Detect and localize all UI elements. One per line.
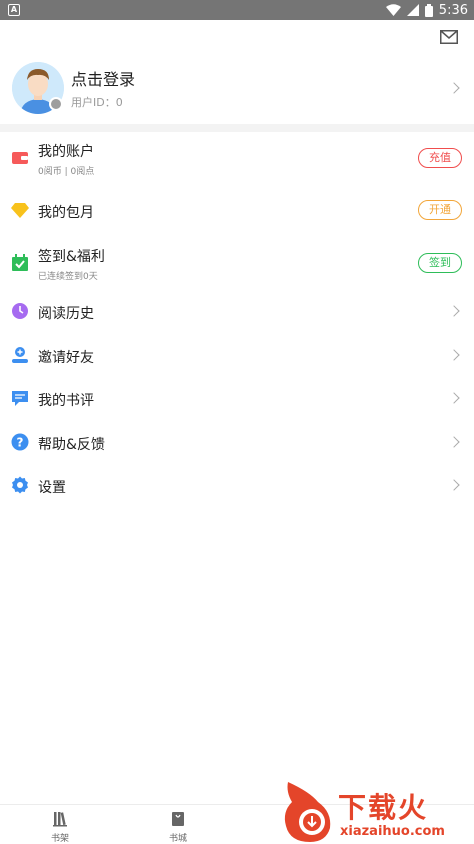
menu-label: 阅读历史 bbox=[38, 306, 94, 322]
menu-item-settings[interactable]: 设置 bbox=[0, 463, 474, 507]
menu-label: 签到&福利 bbox=[38, 249, 105, 265]
menu-label: 我的书评 bbox=[38, 393, 94, 409]
section-divider bbox=[0, 124, 474, 132]
watermark-url: xiazaihuo.com bbox=[340, 824, 445, 839]
menu-item-monthly[interactable]: 我的包月 开通 bbox=[0, 188, 474, 232]
avatar-badge bbox=[49, 97, 63, 111]
status-right: 5:36 bbox=[385, 0, 468, 20]
menu-label: 邀请好友 bbox=[38, 350, 94, 366]
status-bar: A 5:36 bbox=[0, 0, 474, 20]
recharge-button[interactable]: 充值 bbox=[418, 148, 462, 168]
signal-icon bbox=[406, 4, 419, 16]
svg-text:?: ? bbox=[17, 436, 24, 450]
help-icon: ? bbox=[11, 433, 29, 451]
menu-item-help[interactable]: ? 帮助&反馈 bbox=[0, 420, 474, 464]
nav-label: 书城 bbox=[168, 834, 187, 844]
chevron-right-icon bbox=[448, 436, 460, 448]
chevron-right-icon bbox=[448, 305, 460, 317]
flame-logo-icon bbox=[284, 782, 331, 842]
bookstore-icon bbox=[172, 812, 184, 826]
menu-item-history[interactable]: 阅读历史 bbox=[0, 289, 474, 333]
nav-tab-bookshelf[interactable]: 书架 bbox=[30, 805, 90, 844]
chevron-right-icon bbox=[448, 392, 460, 404]
menu-item-invite[interactable]: 邀请好友 bbox=[0, 333, 474, 377]
mail-icon[interactable] bbox=[440, 30, 458, 44]
checkin-button[interactable]: 签到 bbox=[418, 253, 462, 273]
menu-sublabel: 已连续签到0天 bbox=[38, 272, 98, 282]
profile-header[interactable]: 点击登录 用户ID：0 bbox=[0, 54, 474, 124]
wifi-icon bbox=[385, 4, 401, 16]
chevron-right-icon bbox=[448, 349, 460, 361]
nav-tab-bookstore[interactable]: 书城 bbox=[148, 805, 208, 844]
menu-label: 我的账户 bbox=[38, 144, 94, 160]
menu-item-checkin[interactable]: 签到&福利 已连续签到0天 签到 bbox=[0, 242, 474, 286]
watermark-logo: 下载火 xiazaihuo.com bbox=[280, 782, 474, 844]
comment-icon bbox=[12, 391, 28, 406]
watermark-title: 下载火 bbox=[338, 791, 429, 824]
menu-sublabel: 0阅币 | 0阅点 bbox=[38, 167, 95, 177]
diamond-icon bbox=[11, 203, 29, 218]
bookshelf-icon bbox=[53, 812, 67, 827]
menu-label: 设置 bbox=[38, 480, 66, 496]
clock-text: 5:36 bbox=[438, 2, 468, 18]
notification-icon: A bbox=[8, 4, 20, 16]
menu-label: 我的包月 bbox=[38, 205, 94, 221]
clock-icon bbox=[12, 303, 28, 319]
login-title[interactable]: 点击登录 bbox=[71, 66, 135, 90]
chevron-right-icon bbox=[448, 479, 460, 491]
menu-label: 帮助&反馈 bbox=[38, 437, 105, 453]
settings-icon bbox=[12, 476, 28, 494]
chevron-right-icon bbox=[448, 82, 460, 94]
nav-label: 书架 bbox=[50, 834, 69, 844]
menu-item-account[interactable]: 我的账户 0阅币 | 0阅点 充值 bbox=[0, 137, 474, 181]
wallet-icon bbox=[12, 152, 28, 164]
menu-item-reviews[interactable]: 我的书评 bbox=[0, 376, 474, 420]
calendar-check-icon bbox=[12, 254, 28, 271]
subscribe-button[interactable]: 开通 bbox=[418, 200, 462, 220]
user-id-text: 用户ID：0 bbox=[71, 96, 123, 109]
add-friend-icon bbox=[12, 347, 28, 363]
battery-icon bbox=[424, 3, 433, 17]
